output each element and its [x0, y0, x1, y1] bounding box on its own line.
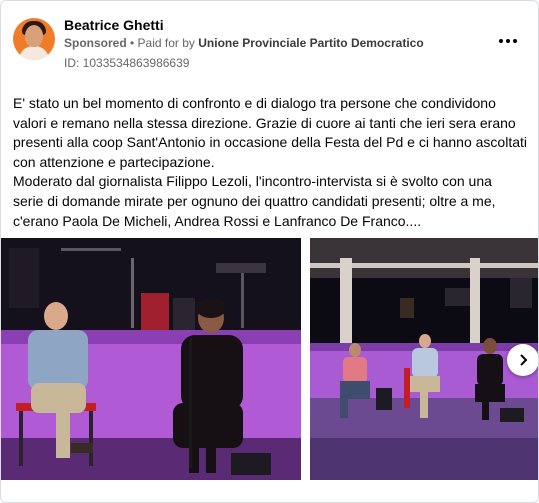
media-carousel	[1, 238, 538, 480]
post-text: E' stato un bel momento di confronto e d…	[13, 94, 527, 231]
post-text-line: Moderato dal giornalista Filippo Lezoli,…	[13, 173, 492, 190]
post-text-line: con attenzione e partecipazione.	[13, 153, 215, 170]
post-text-line: E' stato un bel momento di confronto e d…	[13, 95, 496, 111]
ad-card: Beatrice Ghetti Sponsored • Paid for by …	[0, 0, 539, 503]
post-text-line: presenti alla coop Sant'Antonio in occas…	[13, 134, 528, 151]
chevron-right-icon	[520, 354, 528, 366]
sponsored-label: Sponsored	[64, 36, 127, 50]
author-name[interactable]: Beatrice Ghetti	[64, 17, 164, 33]
paid-for-prefix: • Paid for by	[130, 36, 195, 50]
ad-id: ID: 1033534863986639	[64, 56, 190, 70]
stage-photo-2-illustration	[310, 238, 538, 480]
sponsor-name[interactable]: Unione Provinciale Partito Democratico	[198, 36, 423, 50]
post-text-line: serie di domande mirate per ognuno dei q…	[13, 192, 496, 209]
carousel-photo-2[interactable]	[310, 238, 538, 480]
post-text-line: c'erano Paola De Micheli, Andrea Rossi e…	[13, 212, 422, 229]
post-text-line: valori e remano nella stessa direzione. …	[13, 114, 516, 131]
more-options-icon[interactable]	[497, 31, 519, 51]
stage-photo-1-illustration	[1, 238, 301, 480]
carousel-next-button[interactable]	[507, 344, 538, 376]
carousel-photo-1[interactable]	[1, 238, 301, 480]
sponsored-line: Sponsored • Paid for by Unione Provincia…	[64, 36, 424, 50]
author-avatar[interactable]	[13, 18, 55, 60]
